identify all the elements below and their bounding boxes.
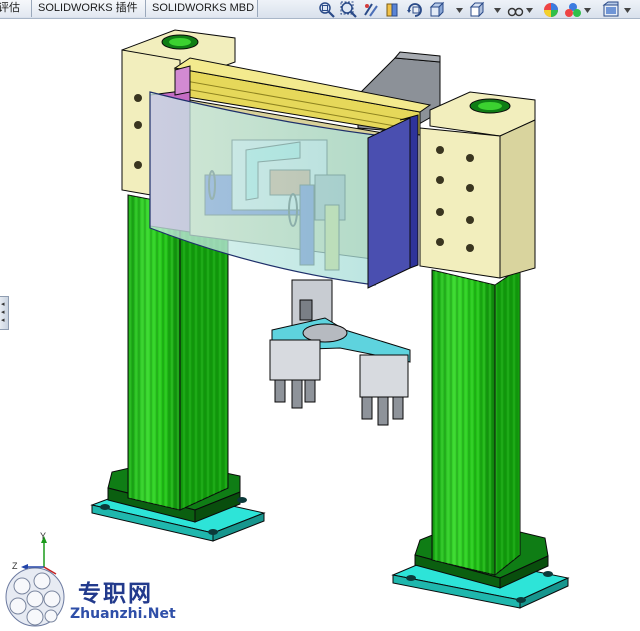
watermark-chinese-text: 专职网 [78,581,153,607]
right-column [391,267,570,609]
gripper-assembly [269,279,411,426]
watermark-logo-icon [5,567,65,627]
triad-y-label: Y [40,531,47,541]
right-mount-plate [419,91,536,279]
right-side-cover [367,114,419,289]
watermark-english-text: Zhuanzhi.Net [70,606,176,622]
graphics-area[interactable] [0,0,640,631]
